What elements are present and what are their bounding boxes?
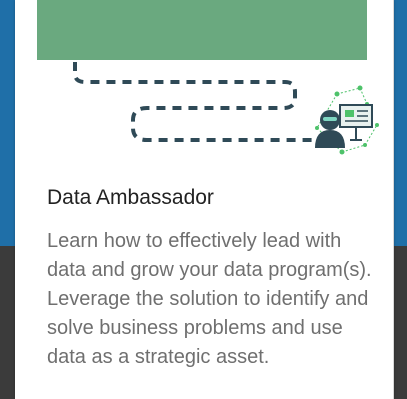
card-illustration xyxy=(37,0,379,155)
card-description: Learn how to effectively lead with data … xyxy=(47,230,372,368)
page: Data Ambassador Learn how to effectively… xyxy=(0,0,407,399)
course-card[interactable]: Data Ambassador Learn how to effectively… xyxy=(15,0,394,399)
dashed-path xyxy=(73,62,315,142)
card-title: Data Ambassador xyxy=(47,186,214,209)
banner-band xyxy=(37,0,367,60)
presentation-board-icon xyxy=(339,104,373,141)
